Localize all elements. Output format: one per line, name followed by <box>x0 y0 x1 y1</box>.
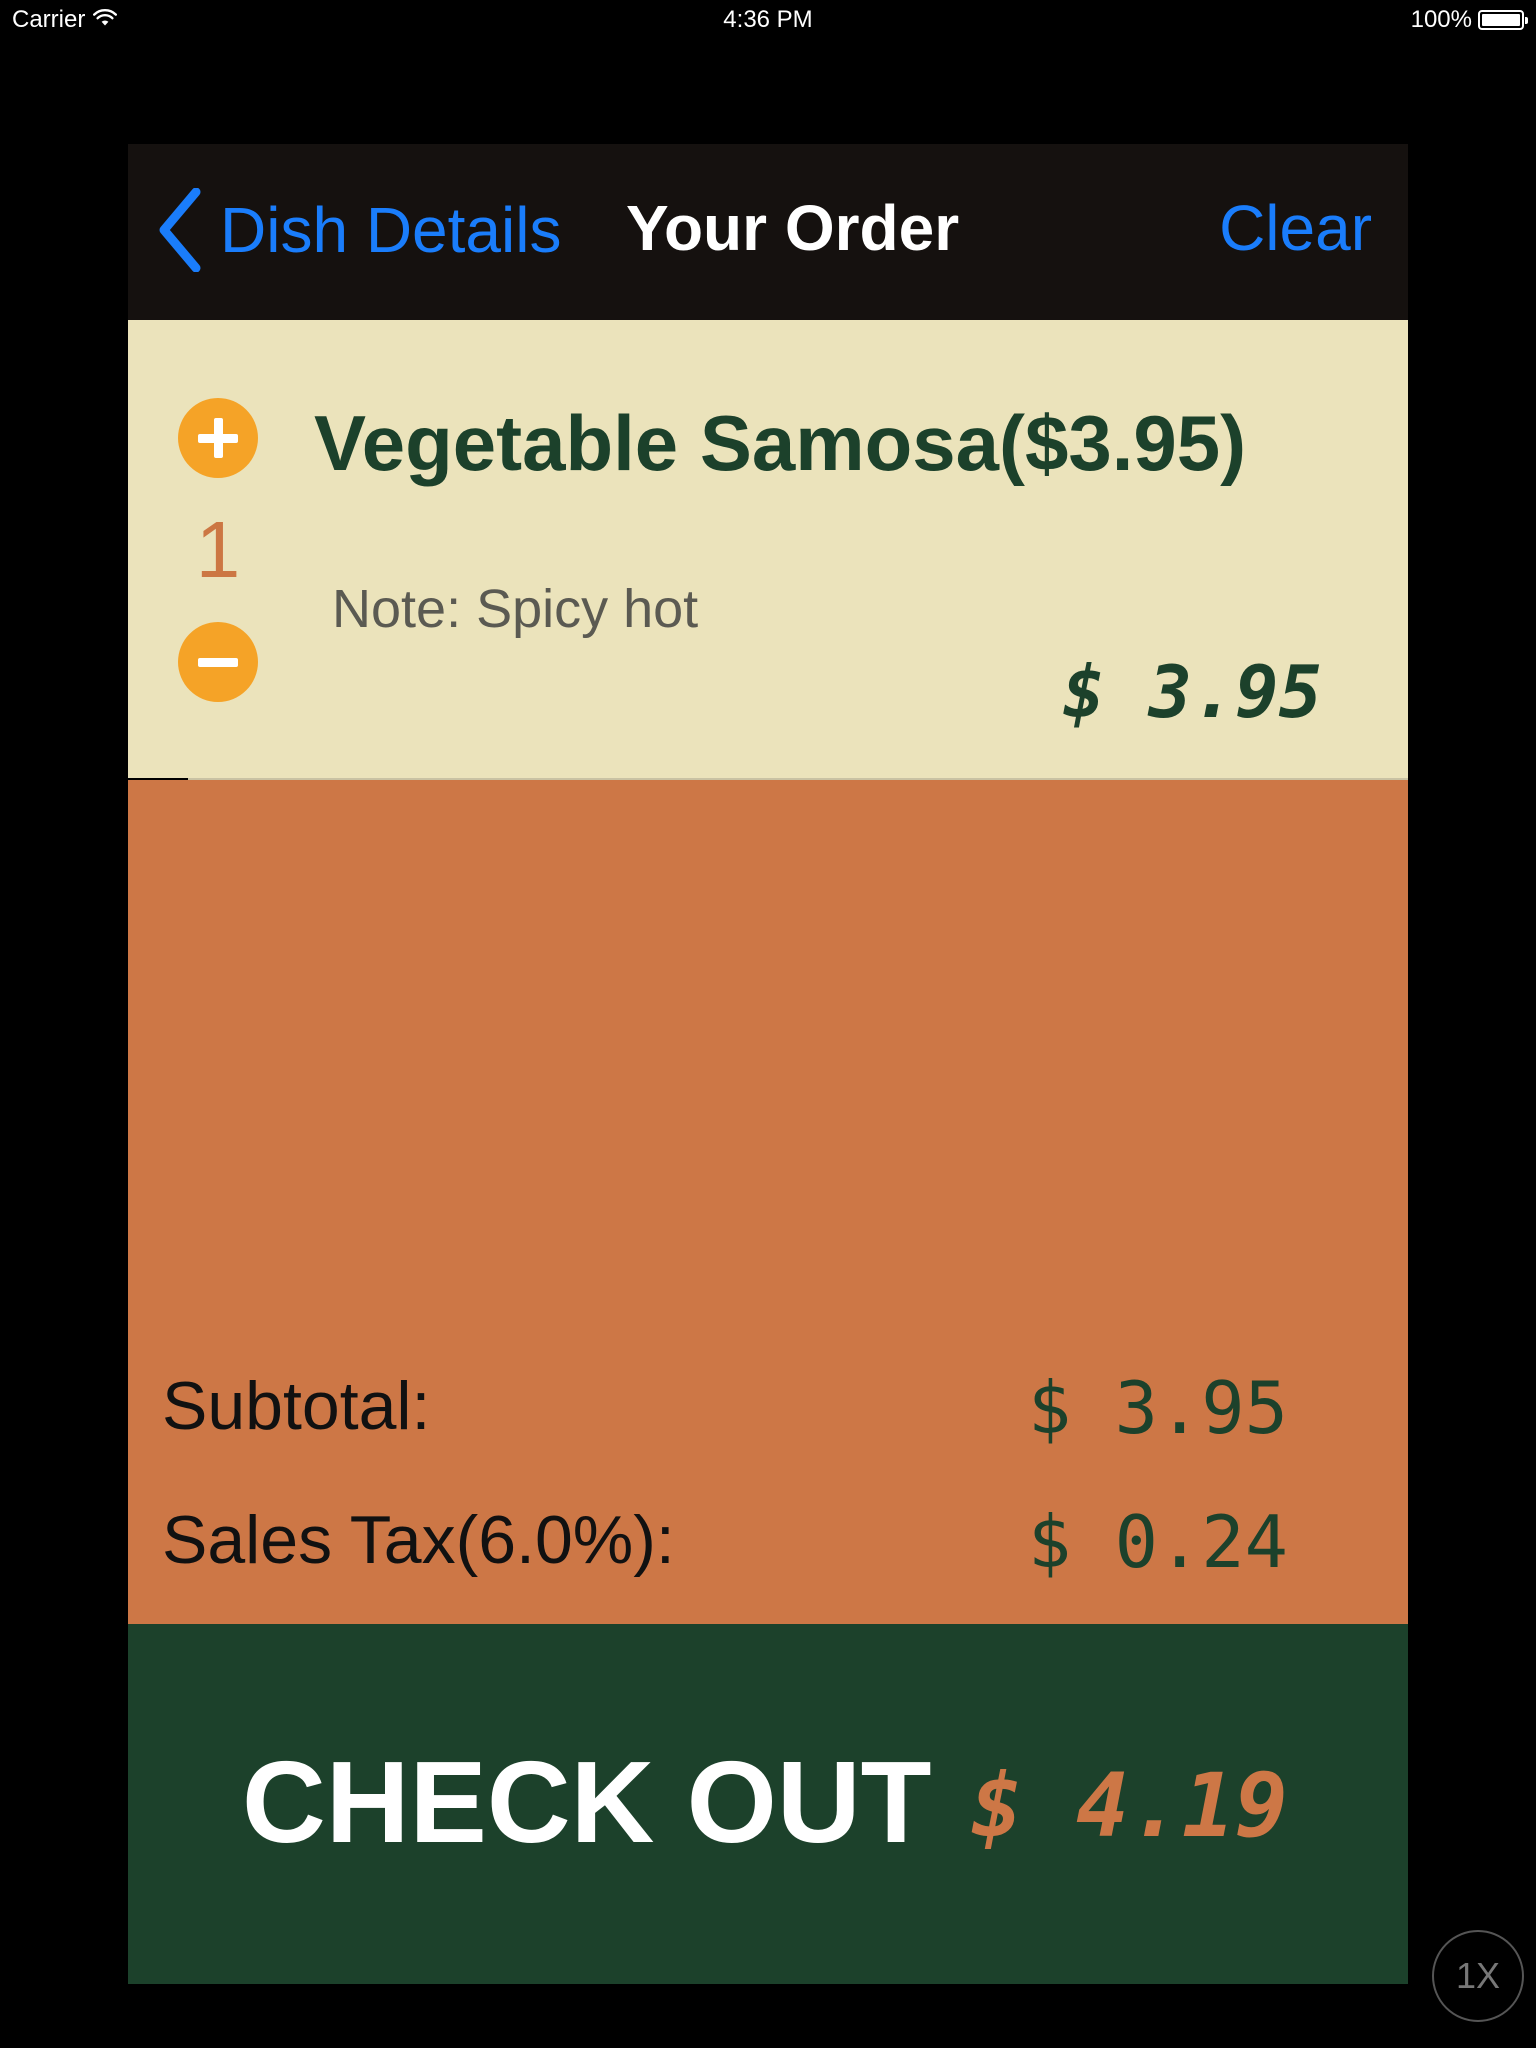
zoom-1x-button[interactable]: 1X <box>1432 1930 1524 2022</box>
navigation-bar: Dish Details Your Order Clear <box>128 144 1408 320</box>
clear-button[interactable]: Clear <box>1219 196 1372 260</box>
battery-level <box>1482 14 1520 26</box>
status-right: 100% <box>1410 6 1528 34</box>
back-button[interactable]: Dish Details <box>158 188 561 272</box>
checkout-button[interactable]: CHECK OUT $ 4.19 <box>128 1624 1408 1984</box>
item-name: Vegetable Samosa($3.95) <box>314 399 1247 487</box>
subtotal-value: $ 3.95 <box>1027 1366 1288 1450</box>
battery-percent: 100% <box>1410 6 1472 33</box>
status-bar: Carrier 4:36 PM 100% <box>0 0 1536 40</box>
sales-tax-value: $ 0.24 <box>1027 1500 1288 1584</box>
decrement-button[interactable] <box>178 622 258 702</box>
page-title: Your Order <box>626 192 960 264</box>
checkout-total: $ 4.19 <box>970 1754 1288 1857</box>
chevron-left-icon <box>158 188 202 272</box>
order-panel: Dish Details Your Order Clear 1 Vegetabl… <box>128 144 1408 1984</box>
item-note: Note: Spicy hot <box>332 579 699 639</box>
status-time: 4:36 PM <box>723 6 813 33</box>
increment-button[interactable] <box>178 398 258 478</box>
battery-icon <box>1478 10 1528 30</box>
back-button-label: Dish Details <box>220 194 562 266</box>
quantity-value: 1 <box>195 505 241 594</box>
checkout-label: CHECK OUT <box>242 1737 932 1867</box>
device-screen: Carrier 4:36 PM 100% Dish Details Your O… <box>0 0 1536 2048</box>
subtotal-label: Subtotal: <box>162 1368 431 1444</box>
item-price: $ 3.95 <box>1061 650 1322 734</box>
sales-tax-label: Sales Tax(6.0%): <box>162 1502 675 1578</box>
order-item-row: 1 Vegetable Samosa($3.95) Note: Spicy ho… <box>128 320 1408 778</box>
